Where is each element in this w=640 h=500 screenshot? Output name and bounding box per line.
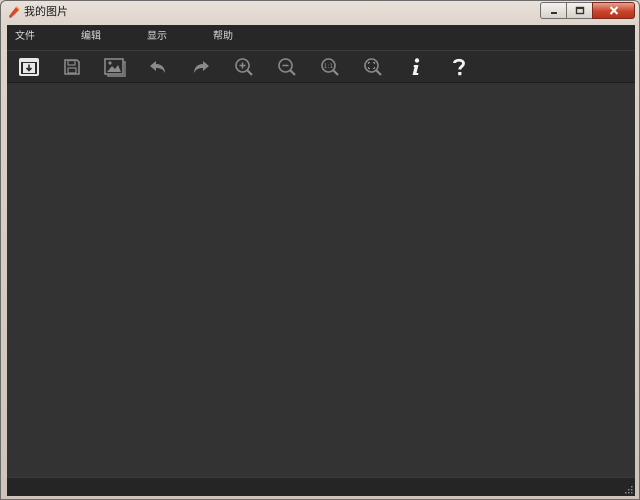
actual-size-button[interactable]: 1:1 xyxy=(318,55,342,79)
zoom-out-icon xyxy=(278,58,296,76)
save-icon xyxy=(64,59,80,75)
zoom-in-button[interactable] xyxy=(232,55,256,79)
redo-button[interactable] xyxy=(189,55,213,79)
help-icon xyxy=(453,58,465,76)
open-button[interactable] xyxy=(17,55,41,79)
info-button[interactable] xyxy=(404,55,428,79)
actual-size-label: 1:1 xyxy=(324,63,334,70)
menu-file[interactable]: 文件 xyxy=(15,31,35,43)
menu-view[interactable]: 显示 xyxy=(147,31,167,43)
maximize-button[interactable] xyxy=(566,2,592,19)
toolbar: 1:1 xyxy=(7,51,635,83)
minimize-icon xyxy=(550,11,557,14)
save-button[interactable] xyxy=(60,55,84,79)
zoom-in-icon xyxy=(235,58,253,76)
caption-buttons xyxy=(540,2,635,19)
menu-help[interactable]: 帮助 xyxy=(213,31,233,43)
close-button[interactable] xyxy=(592,2,635,19)
status-bar xyxy=(7,477,635,496)
undo-icon xyxy=(150,61,165,73)
window-title: 我的图片 xyxy=(24,5,68,18)
redo-icon xyxy=(194,61,209,73)
close-icon xyxy=(609,6,618,15)
menu-bar: 文件 编辑 显示 帮助 xyxy=(7,25,635,51)
fit-to-window-button[interactable] xyxy=(361,55,385,79)
minimize-button[interactable] xyxy=(540,2,566,19)
info-icon xyxy=(412,58,420,75)
resize-grip-icon[interactable] xyxy=(625,486,633,494)
image-button[interactable] xyxy=(103,55,127,79)
image-canvas[interactable] xyxy=(7,83,635,477)
menu-edit[interactable]: 编辑 xyxy=(81,31,101,43)
fit-to-window-icon xyxy=(364,58,382,76)
help-button[interactable] xyxy=(447,55,471,79)
undo-button[interactable] xyxy=(146,55,170,79)
maximize-icon xyxy=(575,6,584,15)
open-folder-icon xyxy=(19,58,39,76)
image-icon xyxy=(104,58,126,77)
app-icon xyxy=(9,6,20,18)
client-area: 文件 编辑 显示 帮助 1:1 xyxy=(7,25,635,496)
app-window: 我的图片 文件 编辑 显示 帮助 1:1 xyxy=(0,0,640,500)
actual-size-icon: 1:1 xyxy=(321,58,339,76)
zoom-out-button[interactable] xyxy=(275,55,299,79)
title-bar[interactable]: 我的图片 xyxy=(1,1,639,23)
